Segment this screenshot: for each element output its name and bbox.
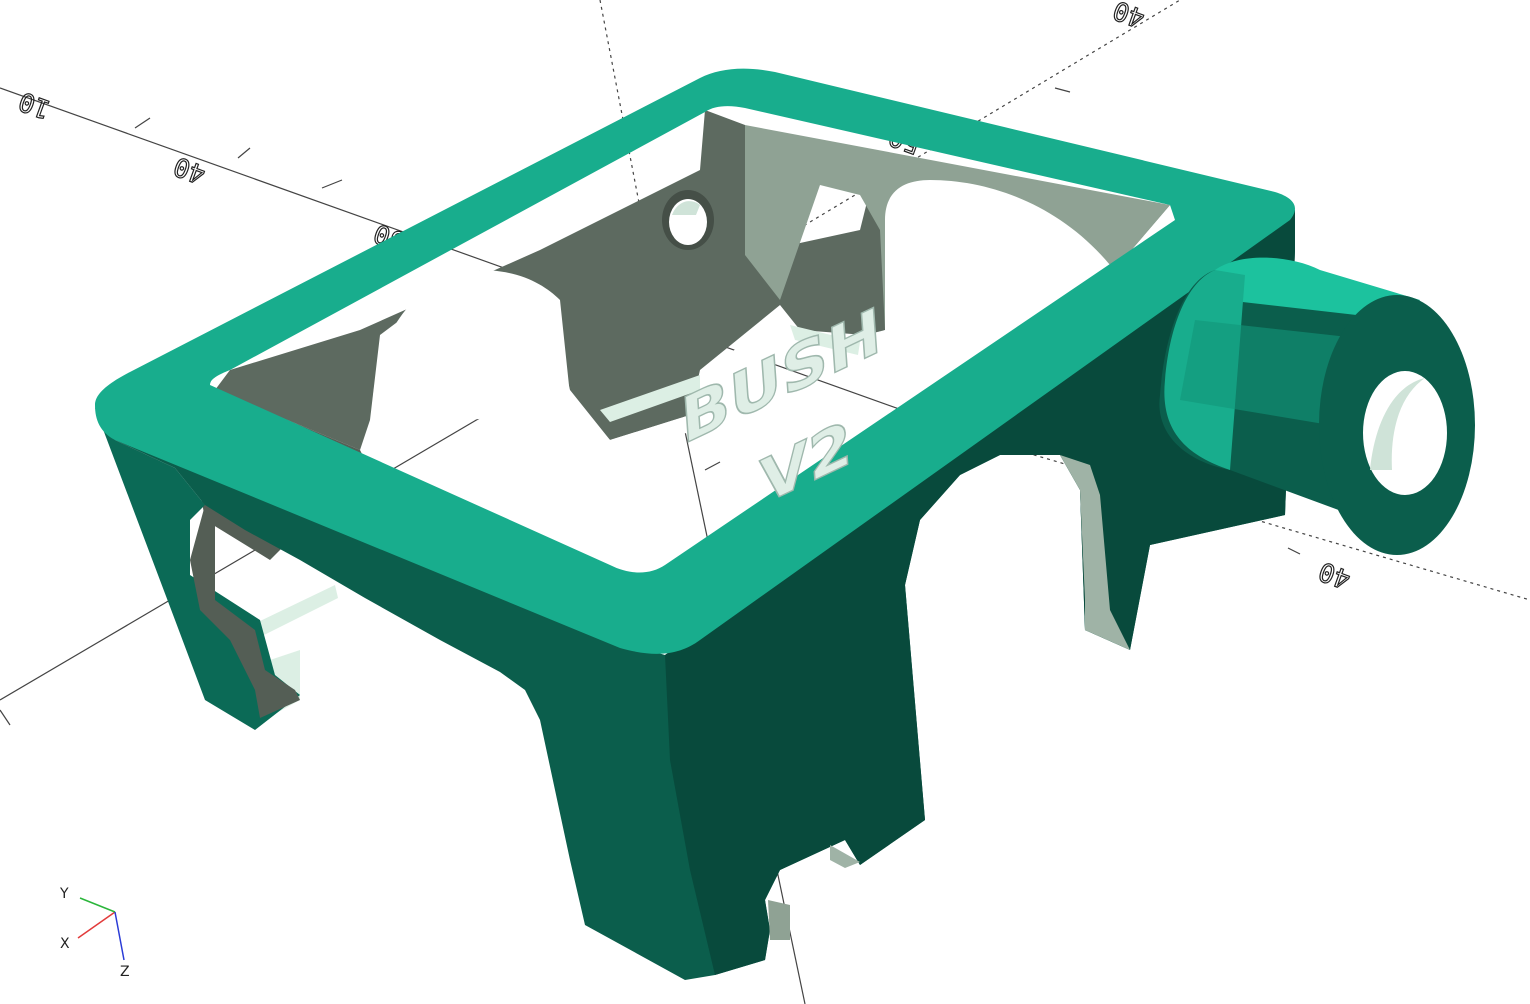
bracket-model[interactable]: BUSH V2 — [95, 68, 1475, 980]
axis-orientation-indicator: X Y Z — [59, 886, 130, 980]
tick-label: 40 — [170, 150, 210, 189]
tick-label: 40 — [1109, 0, 1149, 33]
axis-indicator-y — [79, 897, 116, 913]
axis-indicator-y-label: Y — [59, 886, 69, 902]
viewport-canvas[interactable]: 10 40 50 50 50 50 40 40 — [0, 0, 1530, 1004]
tick-label: 40 — [1315, 555, 1355, 594]
axis-indicator-x — [77, 911, 116, 939]
axis-indicator-z-label: Z — [120, 964, 130, 980]
tick-label: 10 — [15, 85, 55, 124]
3d-viewport[interactable]: 10 40 50 50 50 50 40 40 — [0, 0, 1530, 1004]
axis-indicator-z — [114, 911, 125, 961]
axis-indicator-x-label: X — [60, 936, 70, 952]
highlight-strip — [258, 585, 338, 636]
mounting-hole-icon — [662, 190, 714, 250]
center-notch-light — [768, 900, 790, 940]
